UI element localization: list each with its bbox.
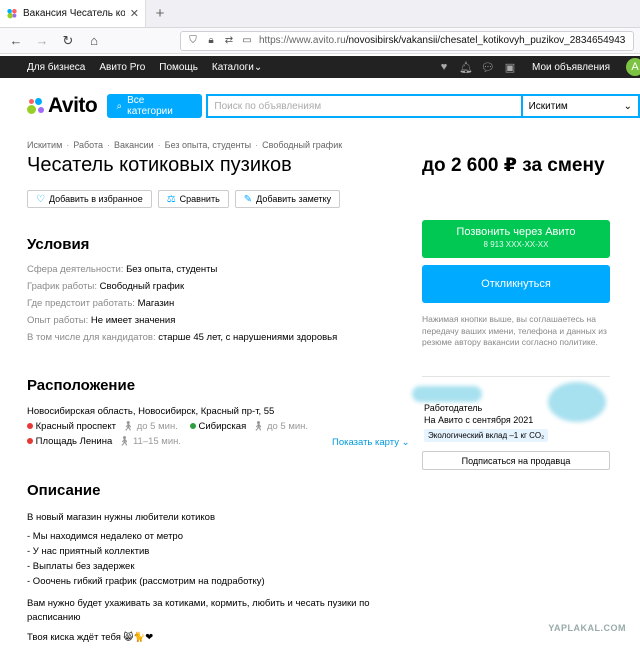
breadcrumb-item[interactable]: Вакансии bbox=[114, 140, 154, 150]
chat-icon[interactable]: 💬︎ bbox=[481, 61, 495, 74]
bell-icon[interactable]: 🔔︎ bbox=[459, 61, 473, 74]
chevron-down-icon: ⌄ bbox=[401, 437, 410, 448]
avito-logo[interactable]: Avito bbox=[27, 94, 107, 118]
walk-time: 🚶︎ до 5 мин. bbox=[252, 421, 309, 432]
search-input[interactable] bbox=[214, 100, 515, 112]
description-list-item: - Выплаты без задержек bbox=[27, 561, 135, 572]
tab-title: Вакансия Чесатель котиковых bbox=[23, 7, 125, 19]
employer-label: Работодатель bbox=[424, 403, 483, 413]
metro-station: Площадь Ленина bbox=[27, 436, 112, 447]
show-map-link[interactable]: Показать карту ⌄ bbox=[332, 437, 410, 448]
metro-station: Сибирская bbox=[189, 421, 246, 432]
heart-outline-icon: ♡ bbox=[36, 193, 45, 205]
new-tab-button[interactable]: + bbox=[146, 0, 174, 27]
compare-button[interactable]: ⚖ Сравнить bbox=[157, 190, 229, 208]
avito-favicon-icon bbox=[6, 7, 18, 19]
condition-row: Опыт работы: Не имеет значения bbox=[27, 315, 176, 326]
address: Новосибирская область, Новосибирск, Крас… bbox=[27, 406, 275, 417]
reload-icon[interactable]: ↻ bbox=[58, 31, 78, 51]
action-buttons: ♡ Добавить в избранное ⚖ Сравнить ✎ Добавит… bbox=[27, 190, 341, 208]
avito-logo-text: Avito bbox=[48, 94, 98, 117]
chevron-down-icon: ⌄ bbox=[623, 100, 632, 112]
add-favorite-button[interactable]: ♡ Добавить в избранное bbox=[27, 190, 152, 208]
chevron-down-icon: ⌄ bbox=[253, 61, 263, 73]
description-paragraph: Твоя киска ждёт тебя 😸🐈❤ bbox=[27, 632, 154, 643]
avatar[interactable]: А bbox=[626, 58, 640, 76]
metro-line: Площадь Ленина 🚶︎ 11–15 мин. bbox=[27, 436, 181, 447]
consent-note: Нажимая кнопки выше, вы соглашаетесь на … bbox=[422, 314, 607, 347]
description-heading: Описание bbox=[27, 482, 101, 499]
url-text: https://www.avito.ru/novosibirsk/vakansi… bbox=[259, 35, 626, 46]
description-list-item: - Мы находимся недалеко от метро bbox=[27, 531, 183, 542]
price: до 2 600 ₽ за смену bbox=[422, 155, 605, 176]
metro-station: Красный проспект bbox=[27, 421, 116, 432]
avito-logo-dots-icon bbox=[27, 97, 45, 115]
walk-time: 🚶︎ до 5 мин. bbox=[122, 421, 178, 432]
description-intro: В новый магазин нужны любители котиков bbox=[27, 512, 216, 523]
add-note-button[interactable]: ✎ Добавить заметку bbox=[234, 190, 341, 208]
breadcrumb-item[interactable]: Работа bbox=[73, 140, 103, 150]
page-title: Чесатель котиковых пузиков bbox=[27, 154, 292, 176]
breadcrumb-item[interactable]: Искитим bbox=[27, 140, 62, 150]
conditions-heading: Условия bbox=[27, 236, 90, 253]
city-value: Искитим bbox=[528, 100, 568, 112]
shield-icon[interactable]: ⛉ bbox=[187, 35, 199, 47]
topbar-link-pro[interactable]: Авито Pro bbox=[99, 62, 145, 73]
compare-icon: ⚖ bbox=[166, 193, 176, 205]
search-grid-icon: ⌕ bbox=[116, 100, 123, 112]
metro-dot-icon bbox=[27, 438, 33, 444]
avito-header: Avito ⌕ Все категории Искитим ⌄ bbox=[27, 92, 640, 120]
description-list-item: - У нас приятный коллектив bbox=[27, 546, 150, 557]
cart-icon[interactable]: ▣ bbox=[504, 61, 516, 74]
watermark: YAPLAKAL.COM bbox=[548, 623, 626, 633]
breadcrumb: Искитим · Работа · Вакансии · Без опыта, ст… bbox=[27, 140, 343, 150]
url-bar[interactable]: ⛉ 🔒︎ ⇄ ▭ https://www.avito.ru/novosibirs… bbox=[180, 30, 634, 51]
subscribe-button[interactable]: Подписаться на продавца bbox=[422, 451, 610, 470]
respond-button[interactable]: Откликнуться bbox=[422, 265, 610, 303]
breadcrumb-item[interactable]: Без опыта, студенты bbox=[165, 140, 251, 150]
metro-dot-icon bbox=[189, 423, 196, 429]
topbar-link-help[interactable]: Помощь bbox=[159, 62, 198, 73]
description-list-item: - Ооочень гибкий график (рассмотрим на п… bbox=[27, 576, 265, 587]
condition-row: График работы: Свободный график bbox=[27, 281, 185, 292]
home-icon[interactable]: ⌂ bbox=[84, 31, 104, 51]
avito-topbar: Для бизнеса Авито Pro Помощь Каталоги⌄ ♥… bbox=[0, 56, 640, 78]
call-phone: 8 913 XXX-XX-XX bbox=[483, 240, 549, 249]
close-tab-icon[interactable]: ✕ bbox=[130, 7, 139, 20]
browser-navbar: ← → ↻ ⌂ ⛉ 🔒︎ ⇄ ▭ https://www.avito.ru/no… bbox=[0, 28, 640, 54]
divider bbox=[422, 376, 610, 377]
metro-line: Красный проспект 🚶︎ до 5 мин. Сибирская … bbox=[27, 421, 308, 432]
condition-row: Где предстоит работать: Магазин bbox=[27, 298, 175, 309]
location-heading: Расположение bbox=[27, 377, 136, 394]
browser-tab[interactable]: Вакансия Чесатель котиковых ✕ bbox=[0, 0, 146, 27]
all-categories-button[interactable]: ⌕ Все категории bbox=[106, 94, 203, 118]
back-arrow-icon[interactable]: ← bbox=[6, 31, 26, 51]
employer-since: На Авито с сентября 2021 bbox=[424, 415, 534, 425]
all-categories-label: Все категории bbox=[127, 95, 173, 117]
walk-time: 🚶︎ 11–15 мин. bbox=[118, 436, 182, 447]
city-select[interactable]: Искитим ⌄ bbox=[520, 94, 640, 118]
search-box[interactable] bbox=[206, 94, 521, 118]
employer-info: Работодатель На Авито с сентября 2021 bbox=[424, 402, 533, 426]
call-button-label: Позвонить через Авито bbox=[456, 226, 576, 238]
heart-icon[interactable]: ♥ bbox=[438, 61, 450, 73]
description-paragraph: Вам нужно будет ухаживать за котиками, к… bbox=[27, 598, 370, 623]
forward-arrow-icon[interactable]: → bbox=[32, 31, 52, 51]
condition-row: Сфера деятельности: Без опыта, студенты bbox=[27, 264, 218, 275]
breadcrumb-item[interactable]: Свободный график bbox=[262, 140, 342, 150]
permissions-icon[interactable]: ⇄ bbox=[223, 35, 235, 47]
browser-tabbar: Вакансия Чесатель котиковых ✕ + bbox=[0, 0, 640, 28]
my-ads-link[interactable]: Мои объявления bbox=[532, 62, 610, 73]
blurred-photo-redaction bbox=[548, 382, 606, 422]
lock-icon[interactable]: 🔒︎ bbox=[205, 35, 217, 47]
eco-badge[interactable]: Экологический вклад –1 кг CO₂ bbox=[424, 429, 549, 442]
topbar-link-catalogs[interactable]: Каталоги⌄ bbox=[212, 62, 262, 73]
call-button[interactable]: Позвонить через Авито 8 913 XXX-XX-XX bbox=[422, 220, 610, 258]
page-icon[interactable]: ▭ bbox=[241, 35, 253, 47]
metro-dot-icon bbox=[27, 423, 33, 429]
note-icon: ✎ bbox=[243, 193, 253, 205]
topbar-link-business[interactable]: Для бизнеса bbox=[27, 62, 85, 73]
condition-row: В том числе для кандидатов: старше 45 ле… bbox=[27, 332, 338, 343]
blurred-avatar-redaction bbox=[412, 386, 482, 402]
